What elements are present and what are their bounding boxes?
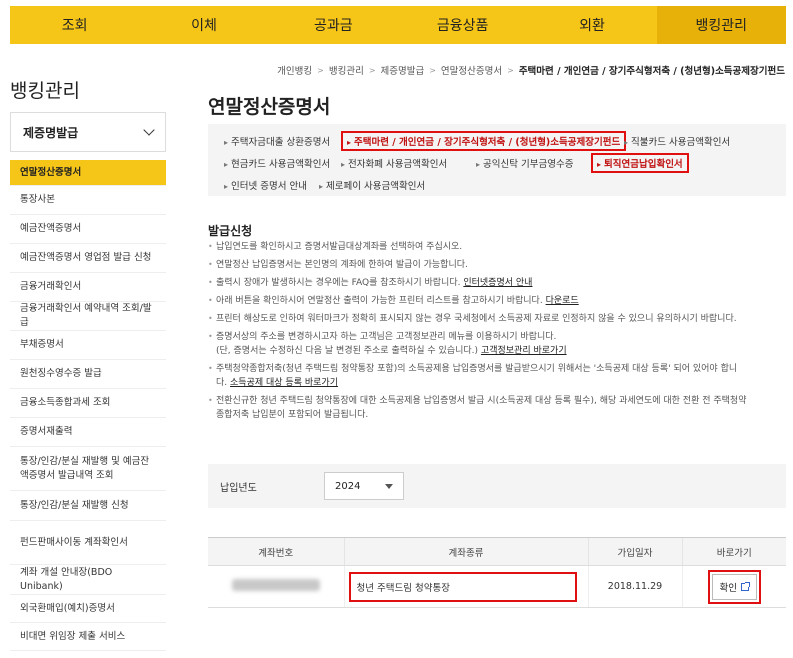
top-nav: 조회 이체 공과금 금융상품 외환 뱅킹관리 (10, 6, 786, 44)
caret-down-icon (385, 483, 393, 489)
arrow-right-icon: ▸ (224, 138, 229, 147)
join-date-cell: 2018.11.29 (587, 565, 682, 608)
link-retirement-pension-payment[interactable]: ▸ 퇴직연금납입확인서 (591, 153, 689, 173)
account-number-cell (208, 565, 344, 608)
sidebar-item-transaction-reservation[interactable]: 금융거래확인서 예약내역 조회/발급 (10, 302, 166, 331)
notice-item: 아래 버튼을 확인하시어 연말정산 출력이 가능한 프린터 리스트를 참고하시기… (208, 294, 748, 308)
arrow-right-icon: ▸ (347, 138, 352, 147)
chevron-right-icon: > (317, 65, 324, 75)
breadcrumb-item[interactable]: 뱅킹관리 (329, 63, 364, 77)
shortcut-cell: 확인 (681, 565, 786, 608)
arrow-right-icon: ▸ (224, 182, 229, 191)
nav-tab-banking-management[interactable]: 뱅킹관리 (656, 6, 786, 44)
link-zeropay-usage[interactable]: ▸ 제로페이 사용금액확인서 (319, 178, 425, 192)
breadcrumb-item[interactable]: 제증명발급 (381, 63, 425, 77)
nav-tab-financial-products[interactable]: 금융상품 (398, 6, 527, 44)
sidebar-item-debt-certificate[interactable]: 부채증명서 (10, 331, 166, 360)
arrow-right-icon: ▸ (224, 160, 229, 169)
sidebar-item-balance-certificate[interactable]: 예금잔액증명서 (10, 215, 166, 244)
link-cash-card-usage[interactable]: ▸ 현금카드 사용금액확인서 (224, 156, 330, 170)
sidebar-title: 뱅킹관리 (10, 80, 80, 102)
notice-list: 납입연도를 확인하시고 증명서발급대상계좌를 선택하여 주십시오. 연말정산 납… (208, 240, 748, 426)
confirm-button-label: 확인 (719, 582, 737, 594)
link-public-trust-donation[interactable]: ▸ 공익신탁 기부금영수증 (476, 156, 573, 170)
nav-tab-utility-bills[interactable]: 공과금 (269, 6, 398, 44)
section-title-issue-request: 발급신청 (208, 224, 253, 238)
sidebar-item-fx-certificate[interactable]: 외국환매입(예치)증명서 (10, 595, 166, 623)
masked-account-number (231, 579, 320, 591)
column-header-account-type: 계좌종류 (343, 537, 588, 566)
sidebar-item-remote-power-of-attorney[interactable]: 비대면 위임장 제출 서비스 (10, 623, 166, 651)
table-row: 청년 주택드림 청약통장 2018.11.29 확인 (208, 565, 786, 608)
sidebar-item-certificate-reprint[interactable]: 증명서재출력 (10, 418, 166, 447)
confirm-button-highlight: 확인 (707, 569, 761, 604)
arrow-right-icon: ▸ (341, 160, 346, 169)
breadcrumb: 개인뱅킹 > 뱅킹관리 > 제증명발급 > 연말정산증명서 > 주택마련 / 개인연금 … (277, 63, 785, 78)
notice-item: 납입연도를 확인하시고 증명서발급대상계좌를 선택하여 주십시오. (208, 240, 748, 254)
nav-tab-transfer[interactable]: 이체 (139, 6, 268, 44)
notice-item: 연말정산 납입증명서는 본인명의 계좌에 한하여 발급이 가능합니다. (208, 258, 748, 272)
sidebar-group-certificates[interactable]: 제증명발급 (10, 112, 166, 152)
notice-item: 증명서상의 주소를 변경하시고자 하는 고객님은 고객정보관리 메뉴를 이용하시… (208, 330, 748, 358)
chevron-right-icon: > (368, 65, 376, 75)
link-housing-pension-savings-fund[interactable]: ▸ 주택마련 / 개인연금 / 장기주식형저축 / (청년형)소득공제장기펀드 (341, 131, 627, 151)
payment-year-value: 2024 (335, 480, 361, 492)
payment-year-label: 납입년도 (220, 482, 257, 494)
account-type-cell: 청년 주택드림 청약통장 (343, 565, 588, 608)
sidebar-item-withholding-receipt[interactable]: 원천징수영수증 발급 (10, 360, 166, 389)
payment-year-row: 납입년도 2024 (208, 464, 786, 508)
page-title: 연말정산증명서 (208, 96, 331, 118)
chevron-right-icon: > (429, 65, 436, 75)
link-e-money-usage[interactable]: ▸ 전자화폐 사용금액확인서 (341, 156, 447, 170)
account-product-name: 청년 주택드림 청약통장 (348, 571, 577, 602)
sidebar-item-balance-certificate-branch[interactable]: 예금잔액증명서 영업점 발급 신청 (10, 244, 166, 273)
link-internet-certificate-guide[interactable]: ▸ 인터넷 증명서 안내 (224, 178, 307, 192)
sidebar-item-reissue-request[interactable]: 통장/인감/분실 재발행 신청 (10, 491, 166, 521)
sidebar-group-label: 제증명발급 (23, 125, 79, 140)
notice-item: 프린터 해상도로 인하여 워터마크가 정확히 표시되지 않는 경우 국세청에서 … (208, 312, 748, 326)
notice-item: 전환신규한 청년 주택드림 청약통장에 대한 소득공제용 납입증명서 발급 시(… (208, 394, 748, 422)
sidebar-item-financial-income-tax[interactable]: 금융소득종합과세 조회 (10, 389, 166, 418)
sidebar-item-year-end-certificate[interactable]: 연말정산증명서 (10, 160, 166, 186)
sidebar-item-bankbook-copy[interactable]: 통장사본 (10, 186, 166, 215)
confirm-button[interactable]: 확인 (711, 573, 757, 600)
arrow-right-icon: ▸ (624, 138, 629, 147)
chevron-down-icon (143, 124, 155, 136)
column-header-shortcut: 바로가기 (681, 537, 786, 566)
sidebar-item-reissue-history[interactable]: 통장/인감/분실 재발행 및 예금잔액증명서 발급내역 조회 (10, 447, 166, 491)
link-housing-loan-repayment[interactable]: ▸ 주택자금대출 상환증명서 (224, 134, 330, 148)
arrow-right-icon: ▸ (476, 160, 481, 169)
printer-list-download-link[interactable]: 다운로드 (546, 296, 579, 306)
sidebar-item-transaction-confirmation[interactable]: 금융거래확인서 (10, 273, 166, 302)
breadcrumb-current: 주택마련 / 개인연금 / 장기주식형저축 / (청년형)소득공제장기펀드 (518, 66, 785, 77)
nav-tab-foreign-exchange[interactable]: 외환 (527, 6, 656, 44)
customer-info-management-link[interactable]: 고객정보관리 바로가기 (481, 346, 567, 356)
arrow-right-icon: ▸ (597, 160, 602, 169)
notice-item: 주택청약종합저축(청년 주택드림 청약통장 포함)의 소득공제용 납입증명서를 … (208, 362, 748, 390)
column-header-join-date: 가입일자 (587, 537, 682, 566)
notice-item: 출력시 장애가 발생하시는 경우에는 FAQ를 참조하시기 바랍니다. 인터넷증… (208, 276, 748, 290)
chevron-right-icon: > (507, 65, 514, 75)
nav-tab-inquiry[interactable]: 조회 (10, 6, 139, 44)
internet-certificate-guide-link[interactable]: 인터넷증명서 안내 (463, 278, 532, 288)
account-table: 계좌번호 계좌종류 가입일자 바로가기 청년 주택드림 청약통장 2018.11… (208, 537, 786, 608)
income-deduction-registration-link[interactable]: 소득공제 대상 등록 바로가기 (230, 378, 338, 388)
sidebar-item-fund-transfer-confirmation[interactable]: 펀드판매사이동 계좌확인서 (10, 521, 166, 565)
external-link-icon (740, 581, 750, 591)
breadcrumb-item[interactable]: 연말정산증명서 (441, 63, 502, 77)
link-debit-card-usage[interactable]: ▸ 직불카드 사용금액확인서 (624, 134, 730, 148)
sidebar-item-bdo-account-guide[interactable]: 계좌 개설 안내장(BDO Unibank) (10, 565, 166, 595)
certificate-links-box: ▸ 주택자금대출 상환증명서 ▸ 주택마련 / 개인연금 / 장기주식형저축 / (… (208, 124, 786, 196)
breadcrumb-item[interactable]: 개인뱅킹 (277, 63, 312, 77)
column-header-account-number: 계좌번호 (208, 537, 344, 566)
sidebar-menu: 연말정산증명서 통장사본 예금잔액증명서 예금잔액증명서 영업점 발급 신청 금… (10, 160, 166, 651)
arrow-right-icon: ▸ (319, 182, 324, 191)
payment-year-select[interactable]: 2024 (324, 472, 404, 500)
